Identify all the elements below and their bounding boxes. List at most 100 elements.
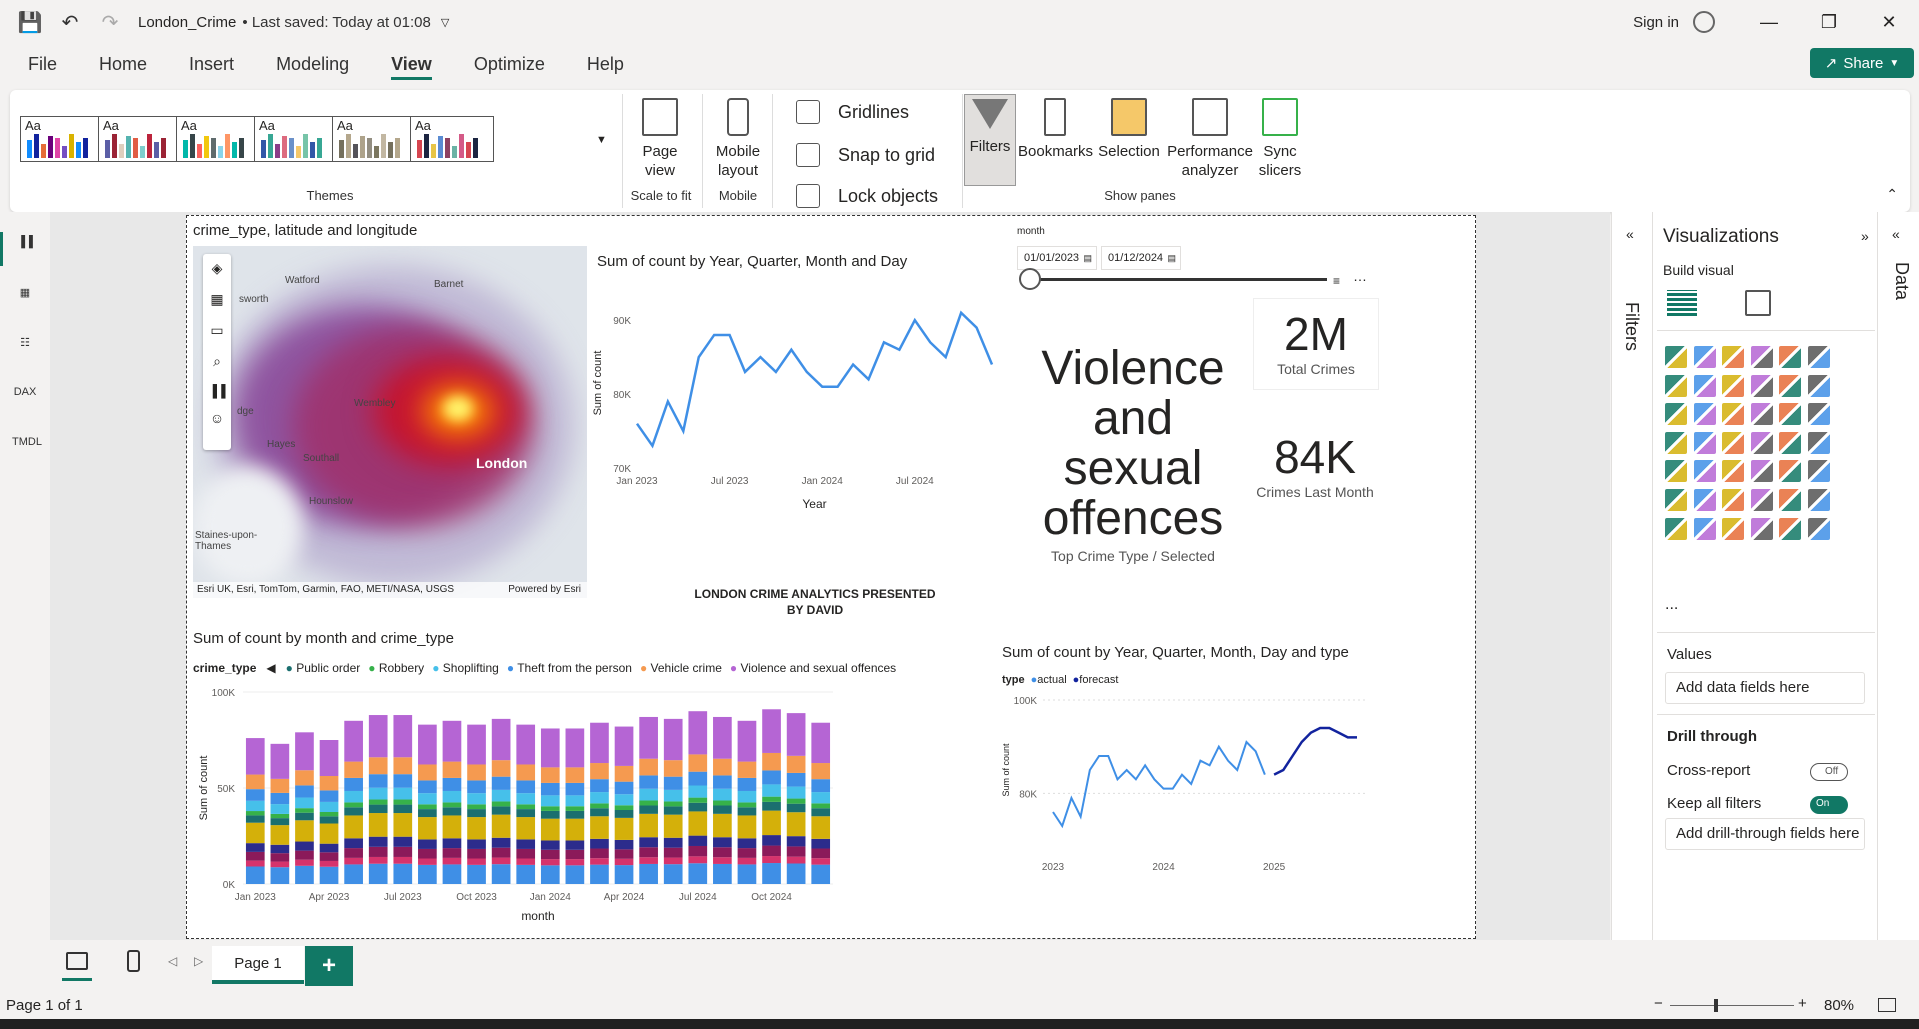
minimize-icon[interactable]: —: [1739, 0, 1799, 44]
narrative-visual-icon[interactable]: [1808, 517, 1830, 540]
stacked-column-visual-icon[interactable]: [1693, 346, 1716, 368]
drill-through-field-well[interactable]: Add drill-through fields here: [1665, 818, 1865, 850]
menu-file[interactable]: File: [0, 46, 78, 82]
expand-data-icon[interactable]: «: [1892, 226, 1900, 242]
model-view-icon[interactable]: ☷: [12, 336, 38, 358]
forecast-line-visual[interactable]: 100K80KSum of count202320242025Year: [997, 690, 1377, 870]
metrics-visual-icon[interactable]: [1808, 489, 1830, 511]
data-pane-title[interactable]: Data: [1891, 262, 1912, 300]
legend-item[interactable]: ●actual: [1031, 674, 1067, 686]
page-tab[interactable]: Page 1: [212, 946, 304, 984]
r-visual-visual-icon[interactable]: [1808, 460, 1830, 483]
menu-modeling[interactable]: Modeling: [255, 46, 370, 82]
table-view-icon[interactable]: ▦: [12, 286, 38, 308]
cross-report-toggle[interactable]: Off: [1810, 763, 1848, 781]
clustered-column-visual-icon[interactable]: [1750, 346, 1773, 368]
collapse-ribbon-icon[interactable]: ⌃: [1886, 186, 1898, 203]
themes-expand-icon[interactable]: ▼: [596, 134, 607, 146]
legend-item[interactable]: ● Public order: [286, 661, 361, 675]
mobile-layout-icon[interactable]: [127, 950, 140, 972]
qa-visual-icon[interactable]: [1750, 489, 1773, 511]
theme-thumbnail[interactable]: Aa: [410, 116, 494, 162]
sync-slicers-button[interactable]: Sync slicers: [1250, 98, 1310, 180]
key-influencers-visual-icon[interactable]: [1693, 489, 1716, 511]
build-visual-tab-icon[interactable]: [1667, 290, 1697, 316]
selection-pane-button[interactable]: Selection: [1092, 98, 1166, 161]
save-icon[interactable]: 💾: [10, 0, 50, 44]
values-field-well[interactable]: Add data fields here: [1665, 672, 1865, 704]
funnel-visual-icon[interactable]: [1722, 403, 1745, 426]
legend-scroll-left-icon[interactable]: ◀: [266, 661, 275, 675]
person-icon[interactable]: ☺: [203, 410, 231, 426]
report-view-icon[interactable]: ▐▐: [12, 236, 38, 258]
100-bar-visual-icon[interactable]: [1779, 346, 1802, 368]
line-chart-visual[interactable]: 90K 80K 70KJan 2023 Jul 2023 Jan 2024 Jul 202…: [587, 278, 997, 518]
legend-item[interactable]: ●forecast: [1073, 674, 1119, 686]
dax-query-view-icon[interactable]: DAX: [12, 386, 38, 408]
smart-narrative-visual-icon[interactable]: [1779, 489, 1802, 511]
legend-item[interactable]: ● Robbery: [368, 661, 424, 675]
gridlines-checkbox[interactable]: Gridlines: [796, 100, 909, 124]
tmdl-view-icon[interactable]: TMDL: [12, 436, 42, 458]
filters-pane-title[interactable]: Filters: [1621, 302, 1642, 351]
redo-icon[interactable]: ↷: [90, 0, 130, 44]
format-visual-tab-icon[interactable]: [1745, 290, 1771, 316]
maximize-icon[interactable]: ❐: [1799, 0, 1859, 44]
line-column-visual-icon[interactable]: [1779, 374, 1802, 397]
menu-view[interactable]: View: [370, 46, 453, 82]
filter-icon[interactable]: ≡: [1333, 274, 1340, 288]
100-column-visual-icon[interactable]: [1808, 346, 1830, 368]
slicer-end-date[interactable]: 01/12/2024 ▤: [1101, 246, 1181, 270]
legend-item[interactable]: ● Shoplifting: [432, 661, 499, 675]
grid-select-icon[interactable]: ▦: [203, 291, 231, 308]
donut-visual-icon[interactable]: [1808, 403, 1830, 426]
filters-pane-button[interactable]: Filters: [964, 94, 1016, 186]
user-avatar-icon[interactable]: [1693, 11, 1715, 33]
sign-in-link[interactable]: Sign in: [1633, 14, 1679, 31]
search-icon[interactable]: ⌕: [203, 353, 231, 370]
close-icon[interactable]: ✕: [1859, 0, 1919, 44]
zoom-slider-thumb[interactable]: [1714, 999, 1718, 1012]
layers-icon[interactable]: ◈: [203, 260, 231, 277]
line-visual-icon[interactable]: [1665, 374, 1687, 397]
mobile-layout-button[interactable]: Mobile layout: [710, 98, 766, 180]
theme-thumbnail[interactable]: Aa: [98, 116, 182, 162]
desktop-layout-icon[interactable]: [66, 952, 88, 970]
theme-thumbnail[interactable]: Aa: [254, 116, 338, 162]
more-visuals-icon[interactable]: ...: [1665, 596, 1678, 614]
scroll-right-icon[interactable]: ▷: [194, 954, 203, 968]
keep-all-filters-toggle[interactable]: On: [1810, 796, 1848, 814]
power-automate-visual-icon[interactable]: [1722, 517, 1745, 540]
snap-to-grid-checkbox[interactable]: Snap to grid: [796, 143, 935, 167]
stacked-bar-visual[interactable]: 100K 50K 0K Sum of count Jan 2023 Apr 2023 Jul…: [193, 678, 833, 934]
more-options-icon[interactable]: …: [1353, 268, 1367, 284]
theme-thumbnail[interactable]: Aa: [20, 116, 104, 162]
scatter-visual-icon[interactable]: [1750, 403, 1773, 426]
add-page-button[interactable]: +: [305, 946, 353, 986]
menu-optimize[interactable]: Optimize: [453, 46, 566, 82]
slicer-start-date[interactable]: 01/01/2023 ▤: [1017, 246, 1097, 270]
slicer-handle-start[interactable]: [1019, 268, 1041, 290]
theme-thumbnail[interactable]: Aa: [332, 116, 416, 162]
chart-icon[interactable]: ▐▐: [203, 384, 231, 398]
line-clustered-visual-icon[interactable]: [1808, 374, 1830, 397]
zoom-level[interactable]: 80%: [1824, 997, 1854, 1014]
slicer-visual-icon[interactable]: [1722, 460, 1745, 483]
powered-by-esri[interactable]: Powered by Esri: [508, 582, 581, 598]
pie-visual-icon[interactable]: [1779, 403, 1802, 426]
python-visual-visual-icon[interactable]: [1665, 489, 1687, 511]
share-button[interactable]: ↗ Share ▼: [1810, 48, 1914, 78]
kpi-visual-icon[interactable]: [1693, 460, 1716, 483]
heat-map-visual[interactable]: Watford Barnet sworth Wembley Hayes Sout…: [193, 246, 587, 598]
stacked-bar-visual-icon[interactable]: [1665, 346, 1687, 368]
arcgis-visual-icon[interactable]: [1750, 517, 1773, 540]
waterfall-visual-icon[interactable]: [1693, 403, 1716, 426]
area-visual-icon[interactable]: [1693, 374, 1716, 397]
card-visual-icon[interactable]: [1808, 431, 1830, 454]
zoom-in-icon[interactable]: +: [1798, 995, 1807, 1012]
expand-filters-icon[interactable]: «: [1626, 226, 1634, 242]
power-apps-visual-icon[interactable]: [1693, 517, 1716, 540]
rect-select-icon[interactable]: ▭: [203, 322, 231, 339]
menu-insert[interactable]: Insert: [168, 46, 255, 82]
decomposition-tree-visual-icon[interactable]: [1722, 489, 1745, 511]
